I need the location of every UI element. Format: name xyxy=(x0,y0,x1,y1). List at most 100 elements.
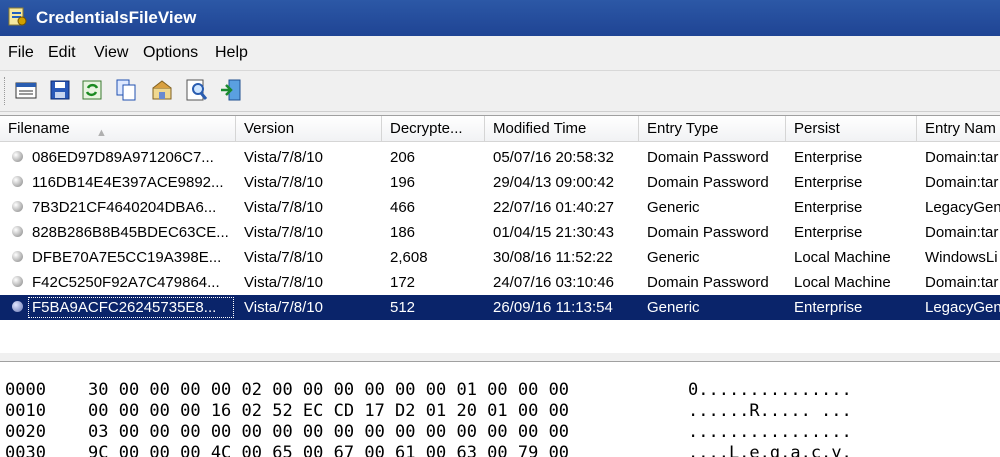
table-row[interactable]: F42C5250F92A7C479864... Vista/7/8/10 172 24… xyxy=(0,270,1000,295)
hex-offset: 0030 xyxy=(5,443,46,457)
cell-modified-time: 22/07/16 01:40:27 xyxy=(493,199,614,216)
hex-bytes: 00 00 00 00 16 02 52 EC CD 17 D2 01 20 0… xyxy=(88,401,570,421)
cell-decrypted-size: 466 xyxy=(390,199,416,216)
hex-offset: 0010 xyxy=(5,401,46,421)
hex-dump-pane[interactable]: 0000 30 00 00 00 00 02 00 00 00 00 00 00 … xyxy=(0,362,1000,457)
app-icon xyxy=(8,7,27,26)
cell-version: Vista/7/8/10 xyxy=(244,149,323,166)
cell-version: Vista/7/8/10 xyxy=(244,224,323,241)
cell-entry-type: Generic xyxy=(647,299,700,316)
menu-options[interactable]: Options xyxy=(143,44,198,62)
column-header-version[interactable]: Version xyxy=(236,116,382,141)
cell-modified-time: 05/07/16 20:58:32 xyxy=(493,149,614,166)
cell-modified-time: 01/04/15 21:30:43 xyxy=(493,224,614,241)
table-row[interactable]: 7B3D21CF4640204DBA6... Vista/7/8/10 466 22/… xyxy=(0,195,1000,220)
cell-entry-name: Domain:tar xyxy=(925,174,999,191)
window-title: CredentialsFileView xyxy=(36,8,197,27)
menu-view[interactable]: View xyxy=(94,44,128,62)
cell-version: Vista/7/8/10 xyxy=(244,249,323,266)
cell-decrypted-size: 172 xyxy=(390,274,416,291)
cell-entry-name: Domain:tar xyxy=(925,149,999,166)
hex-ascii: 0............... xyxy=(688,380,852,400)
cell-version: Vista/7/8/10 xyxy=(244,299,323,316)
cell-version: Vista/7/8/10 xyxy=(244,174,323,191)
table-row[interactable]: 828B286B8B45BDEC63CE... Vista/7/8/10 186 01… xyxy=(0,220,1000,245)
pane-splitter[interactable] xyxy=(0,353,1000,362)
credential-icon xyxy=(12,176,23,187)
cell-modified-time: 26/09/16 11:13:54 xyxy=(493,299,613,316)
menu-file[interactable]: File xyxy=(8,44,34,62)
credential-icon xyxy=(12,226,23,237)
credential-icon xyxy=(12,301,23,312)
table-row[interactable]: 116DB14E4E397ACE9892... Vista/7/8/10 196 29… xyxy=(0,170,1000,195)
cell-persist: Enterprise xyxy=(794,174,863,191)
cell-modified-time: 24/07/16 03:10:46 xyxy=(493,274,614,291)
hex-bytes: 30 00 00 00 00 02 00 00 00 00 00 00 01 0… xyxy=(88,380,570,400)
cell-entry-type: Generic xyxy=(647,199,700,216)
cell-entry-type: Domain Password xyxy=(647,149,769,166)
cell-persist: Enterprise xyxy=(794,199,863,216)
hex-ascii: ................ xyxy=(688,422,852,442)
cell-filename: F42C5250F92A7C479864... xyxy=(32,274,220,291)
column-header-persist[interactable]: Persist xyxy=(786,116,917,141)
exit-icon[interactable] xyxy=(219,78,243,102)
refresh-icon[interactable] xyxy=(80,78,104,102)
cell-filename: F5BA9ACFC26245735E8... xyxy=(32,299,217,316)
properties-icon[interactable] xyxy=(14,78,38,102)
credential-icon xyxy=(12,151,23,162)
hex-offset: 0000 xyxy=(5,380,46,400)
options-icon[interactable] xyxy=(150,78,174,102)
cell-decrypted-size: 206 xyxy=(390,149,416,166)
menu-help[interactable]: Help xyxy=(215,44,248,62)
column-header-entry-name[interactable]: Entry Nam xyxy=(917,116,1000,141)
menu-edit[interactable]: Edit xyxy=(48,44,76,62)
cell-entry-name: Domain:tar xyxy=(925,224,999,241)
cell-entry-name: LegacyGen xyxy=(925,299,1000,316)
table-row[interactable]: F5BA9ACFC26245735E8... Vista/7/8/10 512 26/… xyxy=(0,295,1000,320)
cell-decrypted-size: 512 xyxy=(390,299,416,316)
cell-decrypted-size: 196 xyxy=(390,174,416,191)
cell-persist: Enterprise xyxy=(794,224,863,241)
hex-bytes: 9C 00 00 00 4C 00 65 00 67 00 61 00 63 0… xyxy=(88,443,570,457)
table-row[interactable]: DFBE70A7E5CC19A398E... Vista/7/8/10 2,608 3… xyxy=(0,245,1000,270)
hex-ascii: ....L.e.g.a.c.y. xyxy=(688,443,852,457)
credentials-list[interactable]: Filename ▲ Version Decrypte... Modified T… xyxy=(0,115,1000,356)
cell-decrypted-size: 186 xyxy=(390,224,416,241)
cell-filename: 7B3D21CF4640204DBA6... xyxy=(32,199,217,216)
column-header-entry-type[interactable]: Entry Type xyxy=(639,116,786,141)
save-icon[interactable] xyxy=(48,78,72,102)
cell-entry-name: Domain:tar xyxy=(925,274,999,291)
cell-entry-type: Domain Password xyxy=(647,174,769,191)
cell-version: Vista/7/8/10 xyxy=(244,274,323,291)
cell-decrypted-size: 2,608 xyxy=(390,249,428,266)
cell-entry-type: Domain Password xyxy=(647,224,769,241)
column-header-decrypted-size[interactable]: Decrypte... xyxy=(382,116,485,141)
cell-filename: 116DB14E4E397ACE9892... xyxy=(32,174,224,191)
cell-persist: Local Machine xyxy=(794,274,891,291)
toolbar-grip xyxy=(4,77,8,105)
hex-line: 0000 30 00 00 00 00 02 00 00 00 00 00 00 … xyxy=(5,380,995,401)
cell-entry-type: Generic xyxy=(647,249,700,266)
hex-bytes: 03 00 00 00 00 00 00 00 00 00 00 00 00 0… xyxy=(88,422,570,442)
hex-offset: 0020 xyxy=(5,422,46,442)
cell-filename: DFBE70A7E5CC19A398E... xyxy=(32,249,222,266)
cell-persist: Local Machine xyxy=(794,249,891,266)
title-bar: CredentialsFileView xyxy=(0,0,1000,36)
hex-ascii: ......R..... ... xyxy=(688,401,852,421)
cell-entry-name: LegacyGen xyxy=(925,199,1000,216)
table-row[interactable]: 086ED97D89A971206C7... Vista/7/8/10 206 05/… xyxy=(0,145,1000,170)
hex-line: 0020 03 00 00 00 00 00 00 00 00 00 00 00 … xyxy=(5,422,995,443)
cell-version: Vista/7/8/10 xyxy=(244,199,323,216)
column-header-filename[interactable]: Filename ▲ xyxy=(0,116,236,141)
copy-icon[interactable] xyxy=(114,78,138,102)
credential-icon xyxy=(12,276,23,287)
column-label: Filename xyxy=(8,120,70,137)
cell-entry-type: Domain Password xyxy=(647,274,769,291)
column-header-modified-time[interactable]: Modified Time xyxy=(485,116,639,141)
cell-modified-time: 29/04/13 09:00:42 xyxy=(493,174,614,191)
cell-filename: 086ED97D89A971206C7... xyxy=(32,149,214,166)
credential-icon xyxy=(12,201,23,212)
find-icon[interactable] xyxy=(185,78,209,102)
cell-persist: Enterprise xyxy=(794,299,863,316)
toolbar xyxy=(0,71,1000,112)
